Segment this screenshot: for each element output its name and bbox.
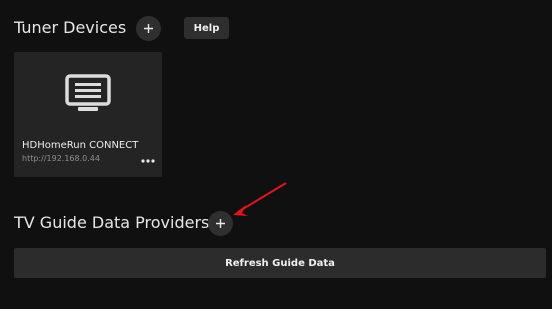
refresh-guide-data-button[interactable]: Refresh Guide Data <box>14 248 546 278</box>
tv-screen-icon <box>65 74 111 111</box>
plus-icon <box>216 219 225 228</box>
device-url: http://192.168.0.44 <box>22 154 100 163</box>
help-button[interactable]: Help <box>184 17 229 39</box>
add-guide-provider-button[interactable] <box>208 211 233 236</box>
plus-icon <box>144 24 153 33</box>
device-more-button[interactable] <box>140 154 156 168</box>
red-arrow-annotation <box>233 182 287 216</box>
live-tv-settings-page: Tuner Devices Help HDHomeRun CONNECT htt… <box>0 0 552 309</box>
ellipsis-icon <box>141 159 155 163</box>
guide-providers-title: TV Guide Data Providers <box>14 213 210 232</box>
tuner-device-card[interactable]: HDHomeRun CONNECT http://192.168.0.44 <box>14 52 162 177</box>
device-name: HDHomeRun CONNECT <box>22 140 139 151</box>
tuner-devices-title: Tuner Devices <box>14 18 127 37</box>
add-tuner-device-button[interactable] <box>136 16 161 41</box>
